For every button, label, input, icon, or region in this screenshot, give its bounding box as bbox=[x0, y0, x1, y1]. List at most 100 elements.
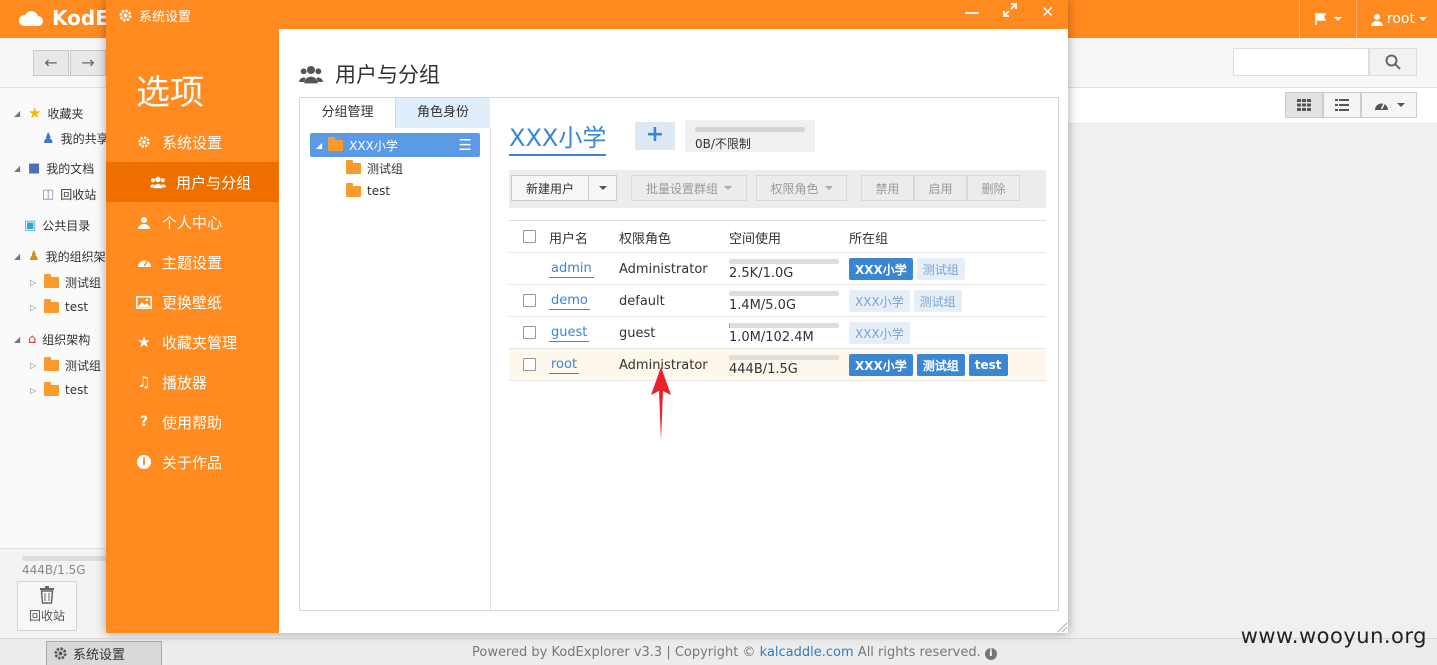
disable-button[interactable]: 禁用 bbox=[861, 175, 914, 201]
group-tag[interactable]: XXX小学 bbox=[849, 290, 910, 312]
grid-view-button[interactable] bbox=[1285, 92, 1323, 118]
list-view-button[interactable] bbox=[1323, 92, 1361, 118]
select-all-checkbox[interactable] bbox=[523, 230, 536, 243]
space-bar bbox=[729, 355, 839, 360]
group-tree-item[interactable]: test bbox=[346, 182, 390, 198]
tree-item-public[interactable]: ▣ 公共目录 bbox=[24, 217, 90, 234]
role-button[interactable]: 权限角色 bbox=[756, 175, 847, 201]
resize-handle[interactable] bbox=[1056, 621, 1068, 633]
dashboard-icon bbox=[1374, 103, 1388, 110]
tree-item-label: 回收站 bbox=[60, 188, 97, 202]
dialog-titlebar[interactable]: 系统设置 — ✕ bbox=[106, 0, 1068, 29]
tree-item-group[interactable]: ▷ 测试组 bbox=[30, 357, 101, 374]
dialog-title: 系统设置 bbox=[118, 6, 191, 25]
users-icon bbox=[150, 175, 166, 189]
space-cell: 2.5K/1.0G bbox=[729, 253, 844, 285]
role-cell: guest bbox=[619, 325, 656, 341]
maximize-button[interactable] bbox=[1003, 3, 1018, 21]
row-checkbox[interactable] bbox=[523, 358, 536, 371]
tree-item-group[interactable]: ▷ test bbox=[30, 381, 88, 397]
menu-item-favorites[interactable]: ★ 收藏夹管理 bbox=[106, 322, 279, 362]
new-user-button[interactable]: 新建用户 bbox=[512, 176, 589, 200]
page-title: 用户与分组 bbox=[299, 59, 440, 89]
enable-button[interactable]: 启用 bbox=[914, 175, 967, 201]
flag-icon bbox=[1315, 13, 1327, 25]
space-bar-fill bbox=[729, 323, 731, 328]
app-logo-text: KodE bbox=[52, 6, 109, 30]
add-subgroup-button[interactable]: + bbox=[635, 122, 675, 150]
group-tag[interactable]: XXX小学 bbox=[849, 354, 913, 376]
taskbar-label: 系统设置 bbox=[73, 648, 126, 663]
username-link[interactable]: demo bbox=[549, 293, 590, 310]
menu-item-label: 用户与分组 bbox=[176, 173, 252, 192]
group-tree-item-selected[interactable]: ◢ XXX小学 ☰ bbox=[310, 133, 480, 157]
space-text: 1.0M/102.4M bbox=[729, 330, 814, 345]
tree-item-org[interactable]: ◢ ⌂ 组织架构 bbox=[14, 331, 90, 348]
menu-item-help[interactable]: ? 使用帮助 bbox=[106, 402, 279, 442]
space-cell: 1.0M/102.4M bbox=[729, 317, 844, 349]
menu-item-theme[interactable]: 主题设置 bbox=[106, 242, 279, 282]
row-checkbox[interactable] bbox=[523, 294, 536, 307]
chevron-down-icon bbox=[1333, 17, 1342, 21]
menu-item-system-settings[interactable]: 系统设置 bbox=[106, 122, 279, 162]
menu-item-about[interactable]: i 关于作品 bbox=[106, 442, 279, 482]
arrow-left-icon: ← bbox=[44, 53, 58, 72]
menu-item-personal-center[interactable]: 个人中心 bbox=[106, 202, 279, 242]
taskbar-settings-button[interactable]: 系统设置 bbox=[46, 641, 162, 665]
menu-item-wallpaper[interactable]: 更换壁纸 bbox=[106, 282, 279, 322]
menu-icon[interactable]: ☰ bbox=[459, 136, 472, 154]
tree-item-group[interactable]: ▷ test bbox=[30, 298, 88, 314]
row-checkbox[interactable] bbox=[523, 326, 536, 339]
tree-item-my-org[interactable]: ◢ ♟ 我的组织架构 bbox=[14, 248, 118, 265]
forward-button[interactable]: → bbox=[70, 50, 106, 76]
batch-group-button[interactable]: 批量设置群组 bbox=[631, 175, 747, 201]
tree-item-favorites[interactable]: ◢ ★ 收藏夹 bbox=[14, 104, 83, 122]
group-tag[interactable]: 测试组 bbox=[913, 290, 962, 312]
group-tag[interactable]: test bbox=[968, 354, 1008, 376]
public-folder-icon: ▣ bbox=[24, 218, 37, 233]
quota-text: 0B/不限制 bbox=[695, 137, 751, 151]
tree-item-my-docs[interactable]: ◢ ■ 我的文档 bbox=[14, 160, 94, 177]
theme-menu-button[interactable] bbox=[1361, 92, 1417, 118]
search-button[interactable] bbox=[1369, 48, 1417, 76]
flag-menu-button[interactable] bbox=[1314, 12, 1342, 26]
close-button[interactable]: ✕ bbox=[1041, 3, 1054, 21]
recycle-button[interactable]: 回收站 bbox=[17, 581, 77, 631]
menu-item-label: 系统设置 bbox=[162, 133, 223, 152]
gear-icon bbox=[119, 9, 132, 22]
username-link[interactable]: root bbox=[549, 357, 580, 374]
footer-link[interactable]: kalcaddle.com bbox=[760, 645, 854, 660]
new-user-dropdown[interactable] bbox=[589, 176, 616, 200]
search-input[interactable] bbox=[1233, 48, 1369, 76]
table-row: admin Administrator 2.5K/1.0G XXX小学 测试组 bbox=[509, 252, 1046, 284]
group-tag[interactable]: 测试组 bbox=[916, 258, 965, 280]
tab-group-management[interactable]: 分组管理 bbox=[300, 98, 395, 128]
group-tree-item[interactable]: 测试组 bbox=[346, 160, 403, 177]
topbar-divider bbox=[1298, 0, 1300, 38]
username-link[interactable]: admin bbox=[549, 261, 594, 278]
group-tag[interactable]: XXX小学 bbox=[849, 322, 910, 344]
user-menu-button[interactable]: root bbox=[1370, 11, 1427, 27]
minimize-button[interactable]: — bbox=[964, 3, 979, 21]
username-link[interactable]: guest bbox=[549, 325, 590, 342]
menu-item-users-groups[interactable]: 用户与分组 bbox=[106, 162, 279, 202]
group-icon: ♟ bbox=[28, 249, 40, 264]
menu-item-player[interactable]: ♫ 播放器 bbox=[106, 362, 279, 402]
tree-item-my-share[interactable]: ♟ 我的共享 bbox=[42, 130, 109, 147]
documents-icon: ■ bbox=[28, 161, 41, 176]
question-icon: ? bbox=[139, 414, 149, 430]
table-row: demo default 1.4M/5.0G XXX小学 测试组 bbox=[509, 284, 1046, 316]
footer-text: Powered by KodExplorer v3.3 | Copyright … bbox=[472, 645, 997, 660]
groups-cell: XXX小学 测试组 bbox=[849, 285, 966, 317]
delete-button[interactable]: 删除 bbox=[967, 175, 1020, 201]
group-tag[interactable]: XXX小学 bbox=[849, 258, 913, 280]
home-icon: ⌂ bbox=[28, 332, 37, 347]
tree-item-recycle[interactable]: ◫ 回收站 bbox=[42, 186, 96, 203]
tab-role[interactable]: 角色身份 bbox=[395, 98, 490, 128]
gear-icon bbox=[136, 135, 152, 149]
new-user-button-group: 新建用户 bbox=[511, 175, 617, 201]
app-logo[interactable]: KodE bbox=[18, 6, 109, 30]
tree-item-group[interactable]: ▷ 测试组 bbox=[30, 274, 101, 291]
back-button[interactable]: ← bbox=[33, 50, 69, 76]
group-tag[interactable]: 测试组 bbox=[916, 354, 965, 376]
